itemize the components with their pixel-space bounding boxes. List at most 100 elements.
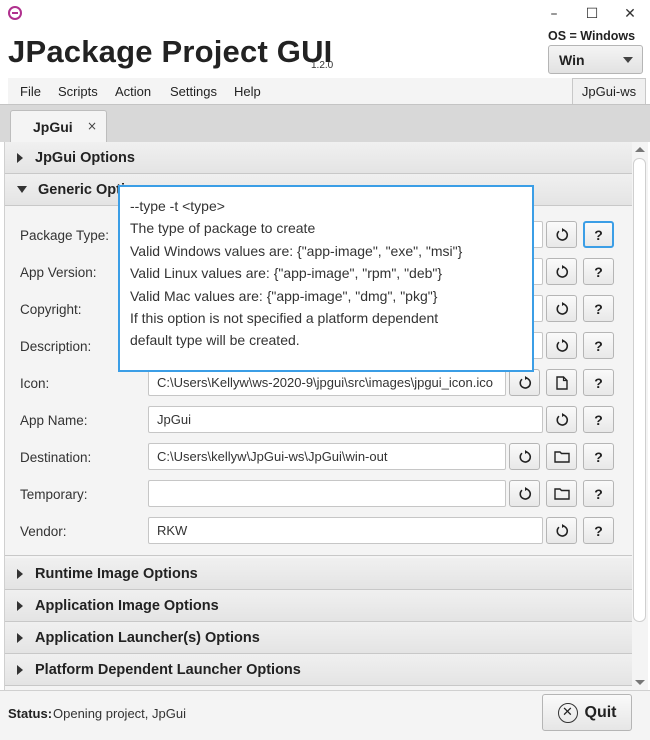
reset-button[interactable]: [546, 221, 577, 248]
close-circle-icon: ✕: [557, 702, 578, 723]
os-select-value: Win: [559, 51, 585, 68]
reset-icon: [556, 301, 568, 315]
menu-help[interactable]: Help: [234, 84, 261, 99]
menu-file[interactable]: File: [20, 84, 41, 99]
maximize-button[interactable]: ☐: [573, 0, 611, 28]
tab-label: JpGui: [33, 118, 73, 135]
field-label: Description:: [20, 339, 92, 354]
field-label: Destination:: [20, 450, 92, 465]
os-select[interactable]: Win: [548, 45, 643, 74]
browse-folder-button[interactable]: [546, 443, 577, 470]
menu-bar: [8, 78, 640, 104]
folder-icon: [553, 451, 570, 463]
quit-button[interactable]: ✕ Quit: [542, 694, 632, 731]
field-label: Copyright:: [20, 302, 82, 317]
field-label: Icon:: [20, 376, 50, 391]
section-jpgui-options[interactable]: JpGui Options: [5, 142, 632, 174]
app-name-field[interactable]: JpGui: [148, 406, 543, 433]
folder-icon: [553, 488, 570, 500]
section-application-launchers-options[interactable]: Application Launcher(s) Options: [5, 622, 632, 654]
scroll-up-icon[interactable]: [635, 147, 645, 152]
reset-button[interactable]: [509, 443, 540, 470]
reset-icon: [519, 486, 531, 500]
tooltip-line: Valid Mac values are: {"app-image", "dmg…: [130, 287, 438, 304]
reset-icon: [556, 264, 568, 278]
tooltip-line: The type of package to create: [130, 220, 316, 237]
help-button[interactable]: ?: [583, 517, 614, 544]
field-label: App Version:: [20, 265, 97, 280]
help-button[interactable]: ?: [583, 406, 614, 433]
section-runtime-image-options[interactable]: Runtime Image Options: [5, 558, 632, 590]
section-title: Runtime Image Options: [35, 565, 198, 582]
status-label: Status:: [8, 706, 53, 721]
close-tab-icon[interactable]: ×: [87, 119, 97, 133]
close-window-button[interactable]: ✕: [611, 0, 649, 28]
help-button[interactable]: ?: [583, 332, 614, 359]
field-label: Temporary:: [20, 487, 88, 502]
help-button[interactable]: ?: [583, 258, 614, 285]
expand-arrow-icon: [17, 568, 23, 579]
help-button[interactable]: ?: [583, 480, 614, 507]
tooltip-line: Valid Linux values are: {"app-image", "r…: [130, 265, 443, 282]
expand-arrow-icon: [17, 152, 23, 163]
tooltip-line: default type will be created.: [130, 332, 300, 349]
field-label: Package Type:: [20, 228, 110, 243]
reset-button[interactable]: [546, 295, 577, 322]
app-title: JPackage Project GUI: [8, 34, 333, 69]
temporary-field[interactable]: [148, 480, 506, 507]
quit-label: Quit: [584, 703, 617, 721]
reset-icon: [556, 338, 568, 352]
field-label: Vendor:: [20, 524, 67, 539]
reset-button[interactable]: [546, 406, 577, 433]
menu-action[interactable]: Action: [115, 84, 151, 99]
reset-icon: [556, 412, 568, 426]
expand-arrow-icon: [17, 632, 23, 643]
reset-icon: [556, 523, 568, 537]
help-button[interactable]: ?: [583, 221, 614, 248]
reset-icon: [519, 375, 531, 389]
help-button[interactable]: ?: [583, 295, 614, 322]
icon-path-field[interactable]: C:\Users\Kellyw\ws-2020-9\jpgui\src\imag…: [148, 369, 506, 396]
chevron-down-icon: [623, 57, 633, 63]
tab-jpgui[interactable]: JpGui ×: [10, 110, 107, 142]
menu-scripts[interactable]: Scripts: [58, 84, 98, 99]
vendor-field[interactable]: RKW: [148, 517, 543, 544]
scroll-down-icon[interactable]: [635, 680, 645, 685]
minimize-button[interactable]: –: [535, 0, 573, 28]
tooltip-line: If this option is not specified a platfo…: [130, 310, 439, 327]
tooltip-line: Valid Windows values are: {"app-image", …: [130, 242, 463, 259]
field-label: App Name:: [20, 413, 88, 428]
help-button[interactable]: ?: [583, 443, 614, 470]
app-logo-icon: [8, 6, 22, 20]
reset-button[interactable]: [509, 369, 540, 396]
collapse-arrow-icon: [17, 186, 27, 193]
os-label: OS = Windows: [548, 29, 636, 43]
menu-settings[interactable]: Settings: [170, 84, 217, 99]
section-title: JpGui Options: [35, 149, 135, 166]
destination-field[interactable]: C:\Users\kellyw\JpGui-ws\JpGui\win-out: [148, 443, 506, 470]
section-title: Application Launcher(s) Options: [35, 629, 260, 646]
expand-arrow-icon: [17, 664, 23, 675]
vertical-scrollbar[interactable]: [632, 142, 648, 690]
browse-file-button[interactable]: [546, 369, 577, 396]
package-type-tooltip: --type -t <type> The type of package to …: [118, 185, 534, 372]
reset-button[interactable]: [509, 480, 540, 507]
section-application-image-options[interactable]: Application Image Options: [5, 590, 632, 622]
reset-button[interactable]: [546, 517, 577, 544]
section-platform-launcher-options[interactable]: Platform Dependent Launcher Options: [5, 654, 632, 686]
scroll-thumb[interactable]: [633, 158, 646, 622]
expand-arrow-icon: [17, 600, 23, 611]
browse-folder-button[interactable]: [546, 480, 577, 507]
help-button[interactable]: ?: [583, 369, 614, 396]
file-icon: [555, 375, 568, 390]
reset-button[interactable]: [546, 258, 577, 285]
reset-icon: [519, 449, 531, 463]
workspace-button[interactable]: JpGui-ws: [572, 78, 646, 105]
tooltip-line: --type -t <type>: [130, 198, 225, 214]
reset-button[interactable]: [546, 332, 577, 359]
section-title: Platform Dependent Launcher Options: [35, 661, 301, 678]
app-version: 1.2.0: [311, 60, 334, 71]
section-title: Application Image Options: [35, 597, 219, 614]
status-text: Opening project, JpGui: [53, 706, 186, 721]
reset-icon: [556, 227, 568, 241]
